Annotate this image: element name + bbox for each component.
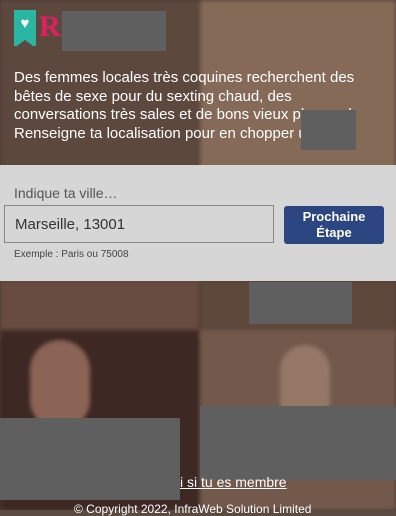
- location-form-panel: Indique ta ville… Prochaine Étape Exempl…: [0, 165, 396, 281]
- redacted-area: [249, 282, 352, 324]
- redacted-area: [0, 418, 180, 500]
- logo-notch: [14, 40, 36, 48]
- copyright-text: © Copyright 2022, InfraWeb Solution Limi…: [74, 502, 312, 516]
- logo-letter: R: [39, 10, 61, 43]
- city-input[interactable]: [4, 205, 274, 243]
- next-step-button[interactable]: Prochaine Étape: [284, 206, 384, 244]
- heart-icon: ♥: [20, 15, 30, 32]
- city-hint: Exemple : Paris ou 75008: [14, 249, 129, 260]
- city-label: Indique ta ville…: [14, 185, 118, 201]
- redacted-area: [301, 110, 356, 150]
- redacted-logo-text: [62, 11, 166, 51]
- member-login-link[interactable]: i si tu es membre: [180, 474, 287, 490]
- redacted-area: [200, 406, 396, 480]
